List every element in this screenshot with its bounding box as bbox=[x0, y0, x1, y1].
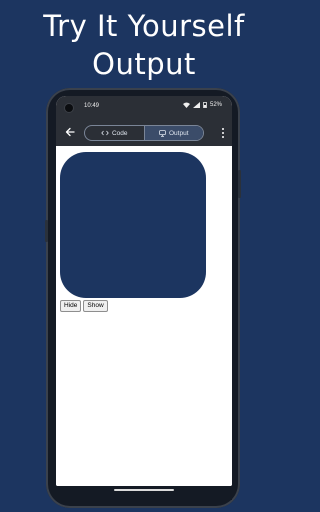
code-icon bbox=[101, 130, 109, 136]
app-toolbar: Code Output bbox=[56, 120, 232, 146]
button-row: Hide Show bbox=[60, 300, 108, 312]
rounded-square-box bbox=[60, 152, 206, 298]
signal-icon bbox=[192, 102, 200, 108]
back-arrow-icon[interactable] bbox=[64, 126, 76, 138]
battery-icon bbox=[203, 102, 207, 108]
tab-output[interactable]: Output bbox=[143, 126, 203, 140]
display-icon bbox=[159, 129, 166, 137]
volume-button bbox=[45, 220, 48, 242]
more-options-icon[interactable] bbox=[221, 126, 225, 140]
battery-percent: 52% bbox=[209, 102, 222, 108]
output-panel: Hide Show bbox=[56, 146, 232, 486]
home-gesture-bar[interactable] bbox=[114, 489, 174, 491]
front-camera bbox=[65, 104, 73, 112]
tab-code[interactable]: Code bbox=[85, 126, 144, 140]
status-icons: 52% bbox=[182, 102, 222, 108]
code-output-toggle: Code Output bbox=[84, 125, 204, 141]
wifi-icon bbox=[182, 102, 190, 108]
promo-title-line-2: Output bbox=[92, 47, 196, 81]
tab-code-label: Code bbox=[111, 129, 128, 137]
show-button[interactable]: Show bbox=[83, 300, 108, 312]
power-button bbox=[238, 170, 241, 198]
status-bar: 10:49 52% bbox=[56, 96, 232, 120]
hide-button[interactable]: Hide bbox=[60, 300, 82, 312]
tab-output-label: Output bbox=[168, 129, 189, 137]
promo-title-line-1: Try It Yourself bbox=[43, 9, 245, 43]
phone-screen: 10:49 52% Code Output Hide Show bbox=[56, 96, 232, 486]
status-time: 10:49 bbox=[84, 103, 100, 109]
